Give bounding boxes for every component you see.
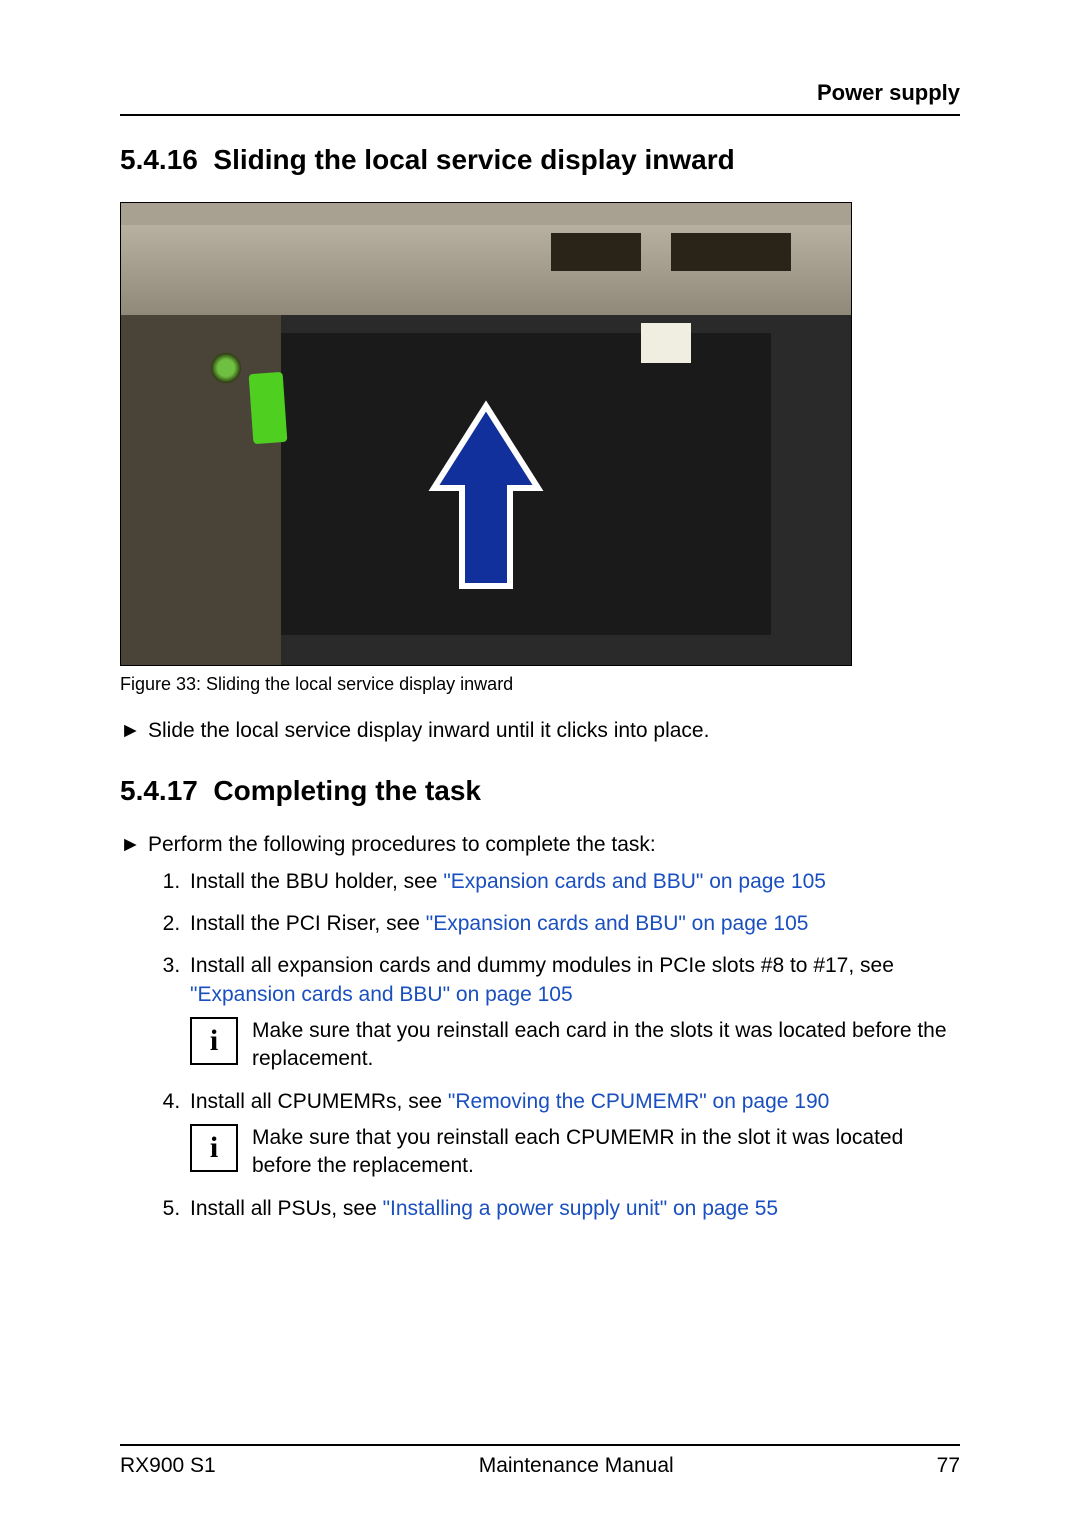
step-marker-icon: ► <box>120 831 136 859</box>
cross-reference-link[interactable]: "Expansion cards and BBU" on page 105 <box>443 870 826 893</box>
item-text: Install all expansion cards and dummy mo… <box>190 954 894 977</box>
procedure-step: ► Perform the following procedures to co… <box>120 831 960 859</box>
figure-33-image <box>120 202 852 666</box>
header-rule <box>120 114 960 116</box>
list-item: Install all PSUs, see "Installing a powe… <box>186 1195 960 1223</box>
figure-caption: Figure 33: Sliding the local service dis… <box>120 674 960 695</box>
step-text: Perform the following procedures to comp… <box>148 831 656 859</box>
running-header: Power supply <box>120 80 960 106</box>
procedure-list: Install the BBU holder, see "Expansion c… <box>120 868 960 1223</box>
figure-slot <box>551 233 641 271</box>
page-footer: RX900 S1 Maintenance Manual 77 <box>120 1444 960 1478</box>
section-heading-5-4-16: 5.4.16 Sliding the local service display… <box>120 144 960 176</box>
document-page: Power supply 5.4.16 Sliding the local se… <box>0 0 1080 1526</box>
list-item: Install the BBU holder, see "Expansion c… <box>186 868 960 896</box>
step-text: Slide the local service display inward u… <box>148 717 709 745</box>
running-title: Power supply <box>817 80 960 106</box>
list-item: Install all CPUMEMRs, see "Removing the … <box>186 1088 960 1181</box>
item-text: Install the BBU holder, see <box>190 870 443 893</box>
figure-left-panel <box>121 315 281 665</box>
item-text: Install all CPUMEMRs, see <box>190 1090 448 1113</box>
info-text: Make sure that you reinstall each CPUMEM… <box>252 1124 960 1181</box>
footer-rule <box>120 1444 960 1446</box>
item-text: Install the PCI Riser, see <box>190 912 426 935</box>
procedure-step: ► Slide the local service display inward… <box>120 717 960 745</box>
list-item: Install the PCI Riser, see "Expansion ca… <box>186 910 960 938</box>
figure-connector <box>641 323 691 363</box>
figure-screw <box>211 353 241 383</box>
info-note: i Make sure that you reinstall each CPUM… <box>190 1124 960 1181</box>
info-icon: i <box>190 1017 238 1065</box>
section-number: 5.4.17 <box>120 775 198 806</box>
footer-model: RX900 S1 <box>120 1454 216 1478</box>
info-note: i Make sure that you reinstall each card… <box>190 1017 960 1074</box>
section-title: Completing the task <box>213 775 481 806</box>
section-heading-5-4-17: 5.4.17 Completing the task <box>120 775 960 807</box>
cross-reference-link[interactable]: "Expansion cards and BBU" on page 105 <box>190 983 573 1006</box>
cross-reference-link[interactable]: "Removing the CPUMEMR" on page 190 <box>448 1090 829 1113</box>
footer-doc-title: Maintenance Manual <box>479 1454 674 1478</box>
footer-page-number: 77 <box>937 1454 960 1478</box>
cross-reference-link[interactable]: "Expansion cards and BBU" on page 105 <box>426 912 809 935</box>
cross-reference-link[interactable]: "Installing a power supply unit" on page… <box>383 1197 779 1220</box>
figure-slot <box>671 233 791 271</box>
section-number: 5.4.16 <box>120 144 198 175</box>
up-arrow-icon <box>426 398 546 598</box>
info-text: Make sure that you reinstall each card i… <box>252 1017 960 1074</box>
step-marker-icon: ► <box>120 717 136 745</box>
list-item: Install all expansion cards and dummy mo… <box>186 952 960 1073</box>
item-text: Install all PSUs, see <box>190 1197 383 1220</box>
info-icon: i <box>190 1124 238 1172</box>
section-title: Sliding the local service display inward <box>213 144 734 175</box>
figure-green-clip <box>249 372 288 444</box>
